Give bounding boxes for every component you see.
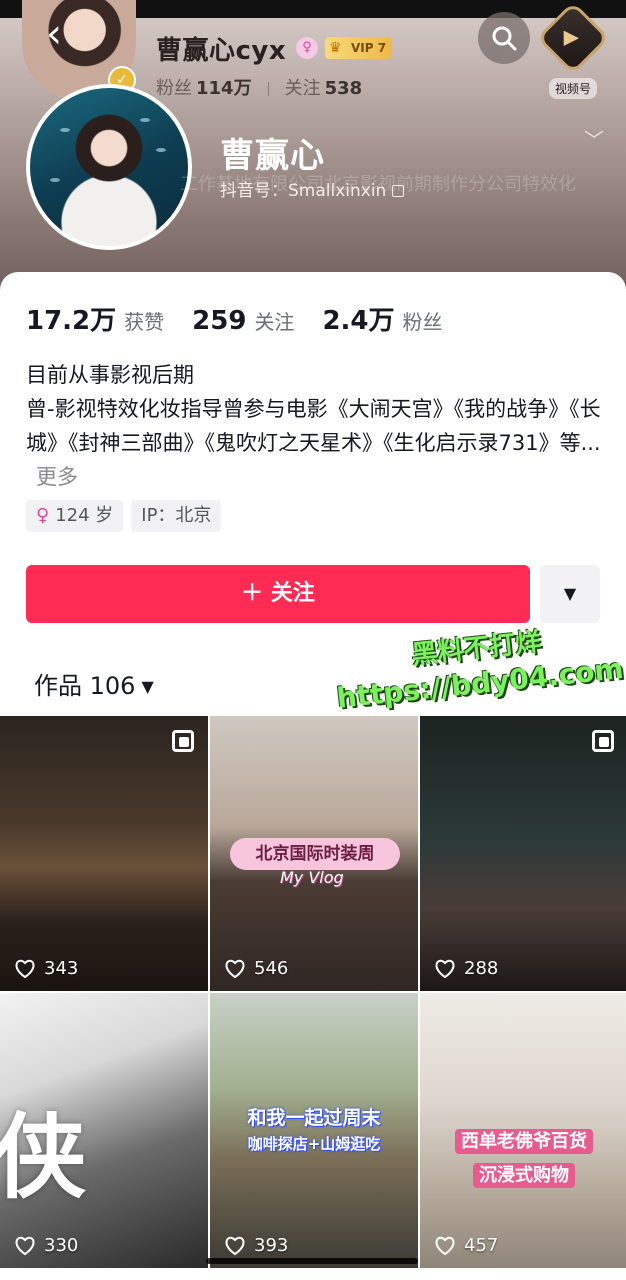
profile-stats: 17.2万 获赞 259 关注 2.4万 粉丝	[26, 300, 471, 337]
profile-avatar[interactable]	[26, 84, 192, 250]
like-count: 457	[434, 1235, 498, 1256]
thumbnail-subtitle-text: 沉浸式购物	[473, 1163, 575, 1188]
mini-username: 曹赢心cyx	[156, 36, 287, 66]
multi-image-icon	[172, 730, 194, 752]
bio-more-link[interactable]: 更多	[36, 465, 78, 489]
bio-text: 曾-影视特效化妆指导曾参与电影《大闹天宫》《我的战争》《长城》《封神三部曲》《鬼…	[26, 397, 601, 455]
fans-value: 114万	[196, 78, 252, 99]
like-count-text: 343	[44, 958, 79, 979]
video-thumbnail[interactable]: 北京国际时装周 My Vlog 546	[210, 716, 418, 991]
thumbnail-title: 西单老佛爷百货	[420, 1127, 626, 1154]
vip-badge[interactable]: ♛ VIP 7	[325, 37, 393, 59]
multi-image-icon	[592, 730, 614, 752]
heart-icon	[435, 1236, 455, 1255]
follow-button[interactable]: ＋ 关注	[26, 565, 530, 623]
avatar-detail	[50, 178, 60, 182]
fans-label: 粉丝	[156, 78, 192, 99]
female-icon: ♀	[36, 505, 50, 526]
ip-tag: IP：北京	[131, 500, 222, 532]
like-count: 330	[14, 1235, 78, 1256]
home-indicator[interactable]	[206, 1258, 418, 1264]
thumbnail-subtitle: My Vlog	[280, 868, 344, 887]
like-count: 546	[224, 958, 288, 979]
stat-label: 关注	[254, 310, 295, 334]
display-name: 曹赢心	[220, 136, 325, 176]
divider	[267, 82, 269, 96]
vip-level: VIP 7	[351, 41, 387, 55]
mini-stats: 粉丝 114万 关注 538	[156, 74, 362, 100]
like-count: 288	[434, 958, 498, 979]
profile-bio: 目前从事影视后期 曾-影视特效化妆指导曾参与电影《大闹天宫》《我的战争》《长城》…	[26, 358, 606, 494]
following-value: 538	[324, 78, 363, 99]
video-thumbnail[interactable]: 343	[0, 716, 208, 991]
stat-likes[interactable]: 17.2万 获赞	[26, 300, 164, 337]
stat-fans[interactable]: 2.4万 粉丝	[322, 300, 442, 337]
bio-line: 目前从事影视后期	[26, 363, 194, 387]
video-thumbnail[interactable]: 西单老佛爷百货 沉浸式购物 457	[420, 993, 626, 1268]
channel-button[interactable]: ▶ 视频号	[536, 1, 610, 102]
heart-icon	[225, 959, 245, 978]
thumbnail-subtitle: 沉浸式购物	[420, 1161, 626, 1188]
like-count: 393	[224, 1235, 288, 1256]
heart-icon	[225, 1236, 245, 1255]
like-count-text: 546	[254, 958, 289, 979]
following-label: 关注	[284, 78, 321, 99]
like-count-text: 288	[464, 958, 499, 979]
stat-value: 2.4万	[322, 306, 395, 336]
search-icon	[492, 26, 517, 51]
video-thumbnail[interactable]: 和我一起过周末 咖啡探店+山姆逛吃 393	[210, 993, 418, 1268]
copy-icon[interactable]	[392, 185, 405, 197]
bio-line: 曾-影视特效化妆指导曾参与电影《大闹天宫》《我的战争》《长城》《封神三部曲》《鬼…	[26, 392, 606, 494]
stat-label: 获赞	[124, 310, 165, 334]
profile-card: 17.2万 获赞 259 关注 2.4万 粉丝 目前从事影视后期 曾-影视特效化…	[0, 272, 626, 1280]
channel-icon: ▶	[536, 1, 610, 75]
thumbnail-subtitle: 咖啡探店+山姆逛吃	[247, 1135, 381, 1153]
profile-tags: ♀ 124 岁 IP：北京	[26, 500, 229, 532]
age-tag: ♀ 124 岁	[26, 500, 124, 532]
thumbnail-title: 北京国际时装周	[230, 838, 400, 870]
channel-label: 视频号	[548, 78, 597, 99]
heart-icon	[15, 959, 35, 978]
crown-icon: ♛	[329, 40, 342, 56]
like-count-text: 330	[44, 1235, 79, 1256]
watermark: 黑料不打烊 https://bdy04.com	[331, 613, 625, 714]
stat-following[interactable]: 259 关注	[192, 306, 294, 336]
video-thumbnail[interactable]: 侠 330	[0, 993, 208, 1268]
like-count-text: 457	[464, 1235, 499, 1256]
stat-value: 17.2万	[26, 306, 117, 336]
like-count-text: 393	[254, 1235, 289, 1256]
works-label-text: 作品 106	[34, 672, 136, 700]
heart-icon	[435, 959, 455, 978]
chevron-down-icon[interactable]: ﹀	[584, 124, 604, 153]
thumbnail-title-text: 西单老佛爷百货	[455, 1129, 593, 1154]
like-count: 343	[14, 958, 78, 979]
douyin-id-text: 抖音号：Smallxinxin	[220, 181, 387, 201]
back-button[interactable]: ‹	[30, 12, 78, 60]
back-icon: ‹	[46, 11, 62, 57]
avatar-detail	[156, 148, 166, 152]
stat-value: 259	[192, 306, 247, 336]
avatar-detail	[140, 118, 150, 122]
stat-label: 粉丝	[402, 310, 443, 334]
chevron-down-icon: ▼	[563, 584, 577, 603]
douyin-id[interactable]: 抖音号：Smallxinxin	[220, 176, 405, 201]
thumbnail-title: 和我一起过周末	[247, 1107, 381, 1129]
avatar-detail	[60, 128, 70, 132]
more-options-button[interactable]: ▼	[540, 565, 600, 623]
thumbnail-title: 侠	[0, 1103, 87, 1211]
search-button[interactable]	[478, 12, 530, 64]
heart-icon	[15, 1236, 35, 1255]
age-text: 124 岁	[55, 505, 114, 526]
profile-header: ✓ ‹ 曹赢心cyx ♀ ♛ VIP 7 粉丝 114万 关注 538 ▶ 视频号 工…	[0, 0, 626, 300]
female-icon: ♀	[296, 37, 318, 59]
caret-down-icon: ▼	[141, 677, 154, 696]
video-thumbnail[interactable]: 288	[420, 716, 626, 991]
works-tab[interactable]: 作品 106 ▼	[34, 666, 154, 701]
